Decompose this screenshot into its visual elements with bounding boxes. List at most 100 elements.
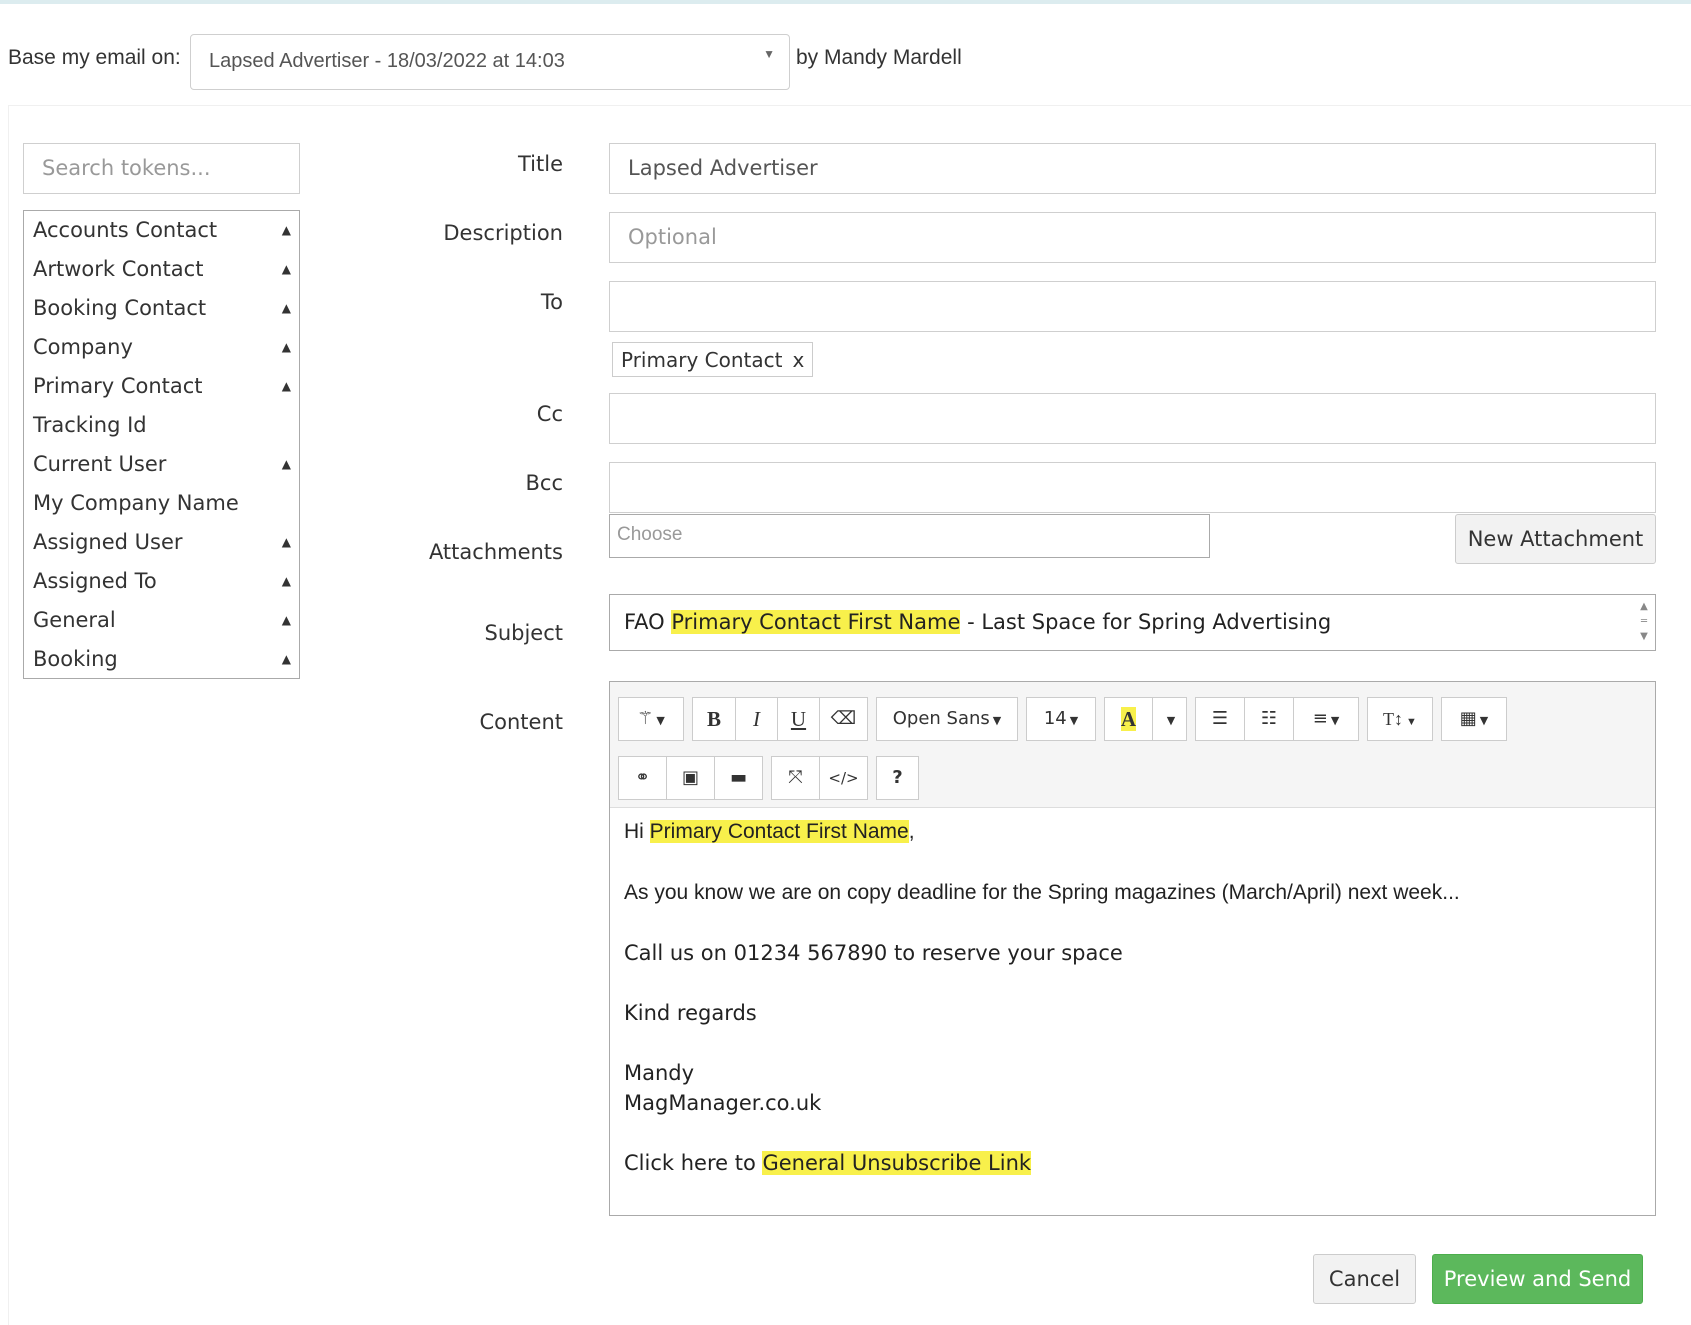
chevron-up-icon[interactable]: ▲ xyxy=(282,289,291,328)
chip-remove-button[interactable]: x xyxy=(792,348,804,372)
chevron-up-icon[interactable]: ▲ xyxy=(282,211,291,250)
token-item[interactable]: Accounts Contact ▲ xyxy=(24,211,299,250)
token-item-label: Artwork Contact xyxy=(33,257,204,281)
link-icon: ⚭ xyxy=(634,767,651,788)
token-item[interactable]: Assigned To ▲ xyxy=(24,562,299,601)
token-item[interactable]: Primary Contact ▲ xyxy=(24,367,299,406)
image-icon: ▣ xyxy=(681,767,699,788)
chevron-up-icon[interactable]: ▲ xyxy=(282,523,291,562)
signature-name: Mandy xyxy=(624,1061,695,1085)
chevron-up-icon[interactable]: ▲ xyxy=(282,601,291,640)
token-item-label: My Company Name xyxy=(33,491,239,515)
chevron-up-icon[interactable]: ▲ xyxy=(282,562,291,601)
line-height-dropdown[interactable]: T↕ ▼ xyxy=(1367,697,1433,741)
code-icon: </> xyxy=(828,769,859,787)
token-item-label: Booking Contact xyxy=(33,296,207,320)
insert-image-button[interactable]: ▣ xyxy=(666,756,715,800)
bcc-input[interactable] xyxy=(609,462,1656,513)
token-item-label: Accounts Contact xyxy=(33,218,218,242)
subject-token: Primary Contact First Name xyxy=(671,610,961,634)
author-label: by Mandy Mardell xyxy=(796,46,962,69)
token-list[interactable]: Accounts Contact ▲ Artwork Contact ▲ Booking… xyxy=(23,210,300,679)
chevron-down-icon: ▼ xyxy=(763,47,775,61)
base-email-selected-value: Lapsed Advertiser - 18/03/2022 at 14:03 xyxy=(209,50,565,72)
chevron-up-icon[interactable]: ▲ xyxy=(282,250,291,289)
token-item-label: General xyxy=(33,608,116,632)
greeting-line: Hi Primary Contact First Name, xyxy=(624,820,915,844)
numbered-list-button[interactable]: ☷ xyxy=(1244,697,1294,741)
token-item[interactable]: Current User ▲ xyxy=(24,445,299,484)
fullscreen-button[interactable]: ⤧ xyxy=(771,756,820,800)
bullet-list-icon: ☰ xyxy=(1211,708,1229,729)
underline-button[interactable]: U xyxy=(777,697,820,741)
subject-input[interactable]: FAO Primary Contact First Name - Last Sp… xyxy=(609,594,1656,651)
chevron-up-icon[interactable]: ▲ xyxy=(282,640,291,679)
content-editor[interactable]: ⚚ ▼ B I U ⌫ Open Sans ▼ 14 ▼ A ▼ ☰ ☷ ≡ ▼ T↕ ▼… xyxy=(609,681,1656,1216)
caret-down-icon: ▼ xyxy=(1406,716,1417,728)
bullet-list-button[interactable]: ☰ xyxy=(1195,697,1245,741)
new-attachment-button[interactable]: New Attachment xyxy=(1455,514,1656,564)
text-color-icon: A xyxy=(1120,707,1137,731)
chevron-up-icon[interactable]: ▲ xyxy=(282,328,291,367)
table-icon: ▦ xyxy=(1459,708,1477,729)
attachment-select[interactable]: Choose xyxy=(609,514,1210,558)
paragraph-align-dropdown[interactable]: ≡ ▼ xyxy=(1293,697,1359,741)
token-item[interactable]: General ▲ xyxy=(24,601,299,640)
font-size-value: 14 xyxy=(1043,708,1067,729)
italic-button[interactable]: I xyxy=(735,697,778,741)
title-input[interactable]: Lapsed Advertiser xyxy=(609,143,1656,194)
horizontal-rule-button[interactable]: ▬ xyxy=(714,756,763,800)
token-search-input[interactable]: Search tokens... xyxy=(23,143,300,194)
token-item-label: Assigned User xyxy=(33,530,183,554)
token-item[interactable]: Company ▲ xyxy=(24,328,299,367)
greeting-prefix: Hi xyxy=(624,820,650,843)
text-color-dropdown[interactable]: ▼ xyxy=(1152,697,1187,741)
cc-input[interactable] xyxy=(609,393,1656,444)
base-email-select[interactable]: Lapsed Advertiser - 18/03/2022 at 14:03 … xyxy=(190,34,790,90)
numbered-list-icon: ☷ xyxy=(1260,708,1278,729)
to-input[interactable] xyxy=(609,281,1656,332)
token-item-label: Company xyxy=(33,335,133,359)
subject-spinner[interactable]: ▲ ═ ▼ xyxy=(1637,599,1651,645)
token-item[interactable]: My Company Name xyxy=(24,484,299,523)
chip-label: Primary Contact xyxy=(621,348,783,372)
clear-format-button[interactable]: ⌫ xyxy=(819,697,868,741)
to-recipient-chip[interactable]: Primary Contact x xyxy=(612,342,814,377)
base-email-label: Base my email on: xyxy=(8,46,181,69)
table-dropdown[interactable]: ▦ ▼ xyxy=(1441,697,1507,741)
align-left-icon: ≡ xyxy=(1312,708,1328,729)
token-item[interactable]: Artwork Contact ▲ xyxy=(24,250,299,289)
caret-down-icon: ▼ xyxy=(1069,714,1079,727)
bcc-label: Bcc xyxy=(525,471,564,495)
token-item[interactable]: Booking Contact ▲ xyxy=(24,289,299,328)
font-family-value: Open Sans xyxy=(892,708,990,729)
signature-company: MagManager.co.uk xyxy=(624,1091,822,1115)
token-item[interactable]: Assigned User ▲ xyxy=(24,523,299,562)
bold-button[interactable]: B xyxy=(692,697,736,741)
magic-wand-icon: ⚚ xyxy=(637,708,654,729)
font-size-dropdown[interactable]: 14 ▼ xyxy=(1026,697,1096,741)
token-item-label: Tracking Id xyxy=(33,413,147,437)
unsubscribe-prefix: Click here to xyxy=(624,1151,763,1175)
chevron-up-icon[interactable]: ▲ xyxy=(282,367,291,406)
chevron-up-icon[interactable]: ▲ xyxy=(282,445,291,484)
text-color-button[interactable]: A xyxy=(1104,697,1153,741)
unsubscribe-token: General Unsubscribe Link xyxy=(762,1151,1032,1175)
token-item[interactable]: Booking ▲ xyxy=(24,640,299,679)
caret-down-icon: ▼ xyxy=(992,714,1002,727)
description-input[interactable]: Optional xyxy=(609,212,1656,263)
greeting-token: Primary Contact First Name xyxy=(649,820,909,843)
cancel-button[interactable]: Cancel xyxy=(1313,1254,1416,1304)
caret-down-icon: ▼ xyxy=(1330,714,1340,727)
editor-toolbar: ⚚ ▼ B I U ⌫ Open Sans ▼ 14 ▼ A ▼ ☰ ☷ ≡ ▼ T↕ ▼… xyxy=(610,682,1655,808)
font-family-dropdown[interactable]: Open Sans ▼ xyxy=(876,697,1018,741)
help-button[interactable]: ? xyxy=(876,756,919,800)
text-height-icon: T↕ xyxy=(1383,709,1404,729)
token-item[interactable]: Tracking Id xyxy=(24,406,299,445)
code-view-button[interactable]: </> xyxy=(819,756,868,800)
magic-style-button[interactable]: ⚚ ▼ xyxy=(618,697,684,741)
content-label: Content xyxy=(479,710,563,734)
preview-and-send-button[interactable]: Preview and Send xyxy=(1432,1254,1643,1304)
token-item-label: Assigned To xyxy=(33,569,157,593)
insert-link-button[interactable]: ⚭ xyxy=(618,756,667,800)
